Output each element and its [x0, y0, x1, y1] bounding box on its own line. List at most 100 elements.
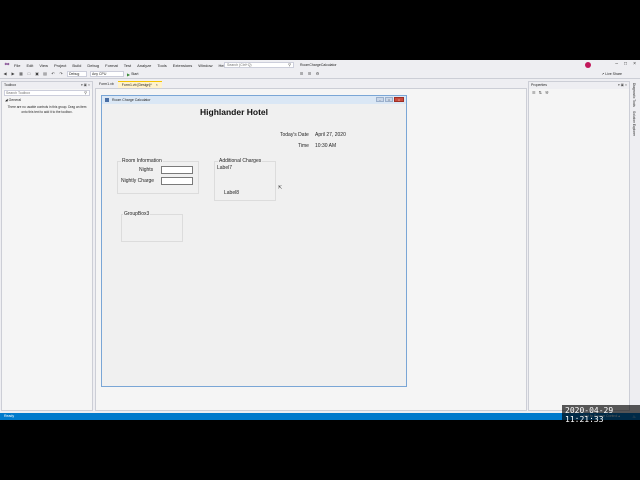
properties-toolbar: ☰ ⇅ ⚒: [529, 89, 629, 96]
tab-form1-design[interactable]: Form1.vb [Design]* ×: [117, 81, 162, 88]
video-timestamp: 2020-04-29 11:21:33: [562, 405, 640, 425]
toolbox-header: Toolbox ▾ ▣ ×: [2, 82, 92, 89]
time-label[interactable]: Time: [298, 143, 309, 149]
status-bar: Ready ↑ Add to Source Control ▴ ♨: [0, 413, 640, 420]
align-left-icon[interactable]: ☰: [298, 71, 304, 77]
close-icon[interactable]: ×: [394, 97, 404, 102]
maximize-icon[interactable]: □: [624, 61, 627, 67]
room-information-title: Room Information: [121, 158, 163, 164]
search-icon: ⚲: [84, 90, 87, 95]
solution-config-value: Debug: [69, 72, 80, 76]
menu-debug[interactable]: Debug: [84, 63, 102, 68]
search-placeholder: Search (Ctrl+Q): [227, 63, 252, 67]
align-center-icon[interactable]: ☰: [306, 71, 312, 77]
back-icon[interactable]: ◀: [2, 71, 8, 77]
toolbox-search-input[interactable]: Search Toolbox ⚲: [4, 90, 90, 96]
menu-edit[interactable]: Edit: [23, 63, 36, 68]
todays-date-label[interactable]: Today's Date: [280, 132, 309, 138]
window-controls: – □ ×: [615, 61, 636, 67]
panel-controls-icon[interactable]: ▾ ▣ ×: [81, 82, 90, 89]
open-icon[interactable]: □: [26, 71, 32, 77]
nightly-charge-input[interactable]: [161, 177, 193, 185]
minimize-icon[interactable]: –: [376, 97, 384, 102]
properties-panel: Properties ▾ ▣ × ☰ ⇅ ⚒: [528, 81, 630, 411]
live-share-button[interactable]: ↗ Live Share: [601, 71, 622, 77]
label8[interactable]: Label8: [224, 190, 239, 196]
toolbox-panel: Toolbox ▾ ▣ × Search Toolbox ⚲ ◢ General…: [1, 81, 93, 411]
toolbox-title: Toolbox: [4, 83, 17, 87]
form-titlebar: Room Charge Calculator – □ ×: [102, 96, 406, 104]
tab-label: Form1.vb: [99, 82, 114, 86]
save-all-icon[interactable]: ▤: [42, 71, 48, 77]
form-icon: [105, 98, 109, 103]
status-text: Ready: [4, 414, 15, 418]
nights-label: Nights: [139, 167, 154, 173]
label7[interactable]: Label7: [217, 165, 232, 171]
hotel-title-label[interactable]: Highlander Hotel: [200, 107, 268, 117]
live-share-icon: ↗: [601, 72, 605, 76]
menu-build[interactable]: Build: [69, 63, 84, 68]
format-icon[interactable]: ⚙: [314, 71, 320, 77]
avatar[interactable]: [585, 62, 591, 68]
search-icon: ⚲: [288, 62, 291, 67]
start-button[interactable]: ▶ Start: [127, 72, 138, 77]
form-window-controls: – □ ×: [376, 97, 404, 102]
properties-title: Properties: [531, 83, 547, 87]
nights-input[interactable]: [161, 166, 193, 174]
vs-window: ∞ File Edit View Project Build Debug For…: [0, 60, 640, 420]
alphabetical-icon[interactable]: ⇅: [539, 90, 542, 95]
panel-controls-icon[interactable]: ▾ ▣ ×: [618, 82, 627, 89]
right-tool-strip: Diagnostic Tools Solution Explorer: [630, 81, 640, 411]
start-label: Start: [131, 72, 139, 76]
form-designer: Room Charge Calculator – □ × Highlander …: [95, 88, 527, 411]
solution-name: RoomChargeCalculator: [300, 63, 337, 67]
undo-icon[interactable]: ↶: [50, 71, 56, 77]
tab-diagnostic-tools[interactable]: Diagnostic Tools: [630, 81, 638, 109]
solution-platform-value: Any CPU: [92, 72, 107, 76]
groupbox3-title: GroupBox3: [123, 211, 151, 217]
todays-date-value[interactable]: April 27, 2020: [315, 132, 346, 138]
form-window[interactable]: Room Charge Calculator – □ × Highlander …: [101, 95, 407, 387]
maximize-icon[interactable]: □: [385, 97, 393, 102]
categorized-icon[interactable]: ☰: [532, 90, 536, 95]
toolbox-empty-message: There are no usable controls in this gro…: [7, 105, 87, 114]
search-input[interactable]: Search (Ctrl+Q) ⚲: [224, 62, 294, 68]
menu-view[interactable]: View: [36, 63, 51, 68]
menu-extensions[interactable]: Extensions: [170, 63, 196, 68]
forward-icon[interactable]: ▶: [10, 71, 16, 77]
save-icon[interactable]: ▣: [34, 71, 40, 77]
additional-charges-title: Additional Charges: [218, 158, 263, 164]
menu-window[interactable]: Window: [195, 63, 215, 68]
wrench-icon[interactable]: ⚒: [545, 90, 549, 95]
close-icon[interactable]: ×: [633, 61, 636, 67]
properties-header: Properties ▾ ▣ ×: [529, 82, 629, 89]
mouse-cursor-icon: ⇱: [278, 185, 283, 191]
menu-file[interactable]: File: [11, 63, 23, 68]
time-value[interactable]: 10:30 AM: [315, 143, 336, 149]
menu-format[interactable]: Format: [102, 63, 121, 68]
menu-bar: ∞ File Edit View Project Build Debug For…: [0, 60, 640, 70]
visual-studio-logo-icon: ∞: [4, 61, 10, 68]
form-title: Room Charge Calculator: [111, 98, 151, 102]
tab-form1-code[interactable]: Form1.vb: [95, 81, 118, 88]
solution-config-select[interactable]: Debug: [67, 71, 87, 77]
form-body: Highlander Hotel Today's Date April 27, …: [102, 104, 406, 386]
tab-solution-explorer[interactable]: Solution Explorer: [630, 109, 638, 138]
toolbox-search-placeholder: Search Toolbox: [6, 91, 31, 95]
minimize-icon[interactable]: –: [615, 61, 618, 67]
redo-icon[interactable]: ↷: [58, 71, 64, 77]
additional-charges-group[interactable]: Additional Charges Label7 Label8: [214, 158, 276, 201]
live-share-label: Live Share: [605, 72, 622, 76]
menu-project[interactable]: Project: [51, 63, 69, 68]
close-icon[interactable]: ×: [156, 83, 158, 87]
nightly-charge-label: Nightly Charge: [121, 178, 155, 184]
solution-platform-select[interactable]: Any CPU: [90, 71, 124, 77]
new-project-icon[interactable]: ▦: [18, 71, 24, 77]
menu-tools[interactable]: Tools: [154, 63, 169, 68]
document-tabs: Form1.vb Form1.vb [Design]* ×: [95, 81, 162, 88]
menu-analyze[interactable]: Analyze: [134, 63, 154, 68]
tab-label: Form1.vb [Design]*: [121, 83, 152, 87]
groupbox3[interactable]: GroupBox3: [121, 211, 183, 242]
room-information-group[interactable]: Room Information Nights Nightly Charge: [117, 158, 199, 194]
menu-test[interactable]: Test: [121, 63, 134, 68]
